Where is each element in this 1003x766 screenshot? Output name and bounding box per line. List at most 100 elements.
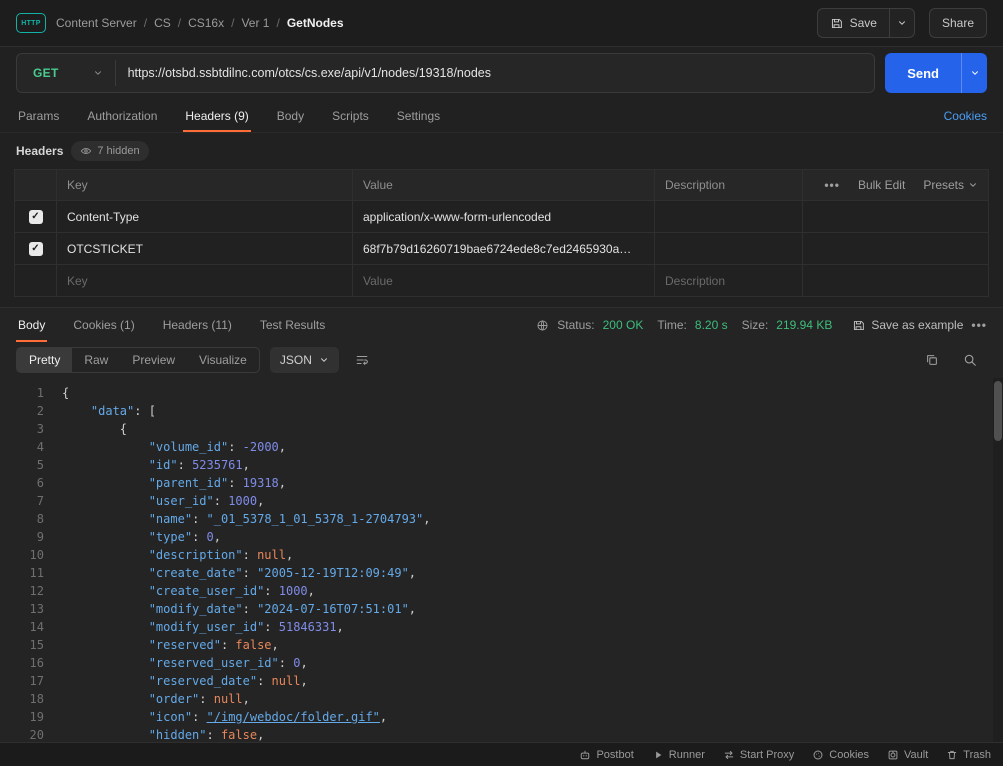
response-section: BodyCookies (1)Headers (11)Test Results … [0,307,1003,742]
header-value-cell[interactable]: 68f7b79d16260719bae6724ede8c7ed2465930a… [353,233,655,264]
view-tab-preview[interactable]: Preview [120,348,187,372]
header-description-cell[interactable] [655,201,803,232]
code-line: 16 "reserved_user_id": 0, [10,654,1003,672]
cookies-link[interactable]: Cookies [944,109,987,123]
tab-authorization[interactable]: Authorization [85,99,159,132]
copy-button[interactable] [919,347,945,373]
method-label: GET [33,66,59,80]
line-number: 2 [10,402,44,420]
statusbar-start-proxy[interactable]: Start Proxy [723,749,794,761]
statusbar-cookies[interactable]: Cookies [812,749,869,761]
tab-scripts[interactable]: Scripts [330,99,371,132]
breadcrumb-item-cs16x[interactable]: CS16x [188,16,224,30]
method-selector[interactable]: GET [17,54,115,92]
save-button[interactable]: Save [817,8,889,38]
response-more-actions-icon[interactable]: ••• [971,318,987,332]
header-key-cell[interactable]: OTCSTICKET [57,233,353,264]
save-options-button[interactable] [889,8,915,38]
time-label: Time: [657,318,687,332]
code-line: 11 "create_date": "2005-12-19T12:09:49", [10,564,1003,582]
tab-body[interactable]: Body [275,99,306,132]
send-button[interactable]: Send [885,53,961,93]
tab-test-results[interactable]: Test Results [258,308,327,342]
statusbar-runner[interactable]: Runner [652,749,705,761]
header-row-empty: KeyValueDescription [15,264,988,296]
share-button[interactable]: Share [929,8,987,38]
breadcrumb-item-content-server[interactable]: Content Server [56,16,137,30]
time-value: 8.20 s [695,318,728,332]
bulk-edit-button[interactable]: Bulk Edit [858,178,905,192]
line-number: 17 [10,672,44,690]
postbot-icon [579,749,591,761]
tab-settings[interactable]: Settings [395,99,442,132]
code-line-content: "id": 5235761, [44,456,250,474]
headers-table-body: ✓ Content-Typeapplication/x-www-form-urle… [15,200,988,296]
format-dropdown[interactable]: JSON [270,347,339,373]
code-line: 12 "create_user_id": 1000, [10,582,1003,600]
line-number: 10 [10,546,44,564]
table-header-controls: ••• Bulk Edit Presets [803,170,988,200]
statusbar-label: Cookies [829,749,869,761]
view-tab-raw[interactable]: Raw [72,348,120,372]
tab-body[interactable]: Body [16,308,47,342]
breadcrumb-item-ver-1[interactable]: Ver 1 [241,16,269,30]
code-line: 9 "type": 0, [10,528,1003,546]
column-header-description: Description [655,170,803,200]
header-row-checkbox[interactable]: ✓ [29,210,43,224]
hidden-headers-toggle[interactable]: 7 hidden [71,141,148,161]
line-number: 7 [10,492,44,510]
statusbar-postbot[interactable]: Postbot [579,749,633,761]
network-info-icon[interactable] [536,319,549,332]
breadcrumb-item-cs[interactable]: CS [154,16,171,30]
presets-dropdown[interactable]: Presets [923,178,978,192]
statusbar-vault[interactable]: Vault [887,749,928,761]
share-button-label: Share [942,16,974,30]
more-actions-icon[interactable]: ••• [824,178,840,192]
tab-cookies-1[interactable]: Cookies (1) [71,308,136,342]
header-value-cell[interactable]: application/x-www-form-urlencoded [353,201,655,232]
breadcrumb-separator: / [231,16,234,30]
breadcrumb-item-getnodes[interactable]: GetNodes [287,16,344,30]
header-key-cell[interactable]: Content-Type [57,201,353,232]
chevron-down-icon [897,18,907,28]
scrollbar-thumb[interactable] [994,381,1002,441]
save-icon [830,17,843,30]
wrap-text-icon [355,353,369,367]
header-key-cell[interactable]: Key [57,265,353,296]
tab-headers-11[interactable]: Headers (11) [161,308,234,342]
breadcrumb-separator: / [178,16,181,30]
save-icon [852,319,865,332]
save-button-label: Save [850,16,877,30]
row-end-cell [803,265,988,296]
view-tab-pretty[interactable]: Pretty [17,348,72,372]
url-input[interactable] [116,54,875,92]
line-number: 3 [10,420,44,438]
code-line: 1{ [10,384,1003,402]
statusbar-trash[interactable]: Trash [946,749,991,761]
header-value-cell[interactable]: Value [353,265,655,296]
code-line: 15 "reserved": false, [10,636,1003,654]
tab-params[interactable]: Params [16,99,61,132]
send-options-button[interactable] [961,53,987,93]
request-tabs: Params Authorization Headers (9) Body Script… [16,99,442,132]
code-line: 3 { [10,420,1003,438]
http-collection-icon: HTTP [16,13,46,33]
save-as-example-button[interactable]: Save as example [852,318,963,332]
wrap-text-button[interactable] [349,347,375,373]
code-line: 10 "description": null, [10,546,1003,564]
header-description-cell[interactable]: Description [655,265,803,296]
code-line-content: "modify_date": "2024-07-16T07:51:01", [44,600,416,618]
request-tabs-row: Params Authorization Headers (9) Body Script… [0,99,1003,133]
tab-headers-9[interactable]: Headers (9) [183,99,250,132]
code-line: 13 "modify_date": "2024-07-16T07:51:01", [10,600,1003,618]
json-link[interactable]: "/img/webdoc/folder.gif" [207,710,380,724]
header-row-checkbox[interactable]: ✓ [29,242,43,256]
code-line: 17 "reserved_date": null, [10,672,1003,690]
header-description-cell[interactable] [655,233,803,264]
select-all-cell [15,170,57,200]
size-value: 219.94 KB [776,318,832,332]
search-button[interactable] [957,347,983,373]
request-bar: GET Send [0,47,1003,99]
view-tab-visualize[interactable]: Visualize [187,348,259,372]
response-tabs: Body Cookies (1) Headers (11) Test Results [16,308,327,342]
